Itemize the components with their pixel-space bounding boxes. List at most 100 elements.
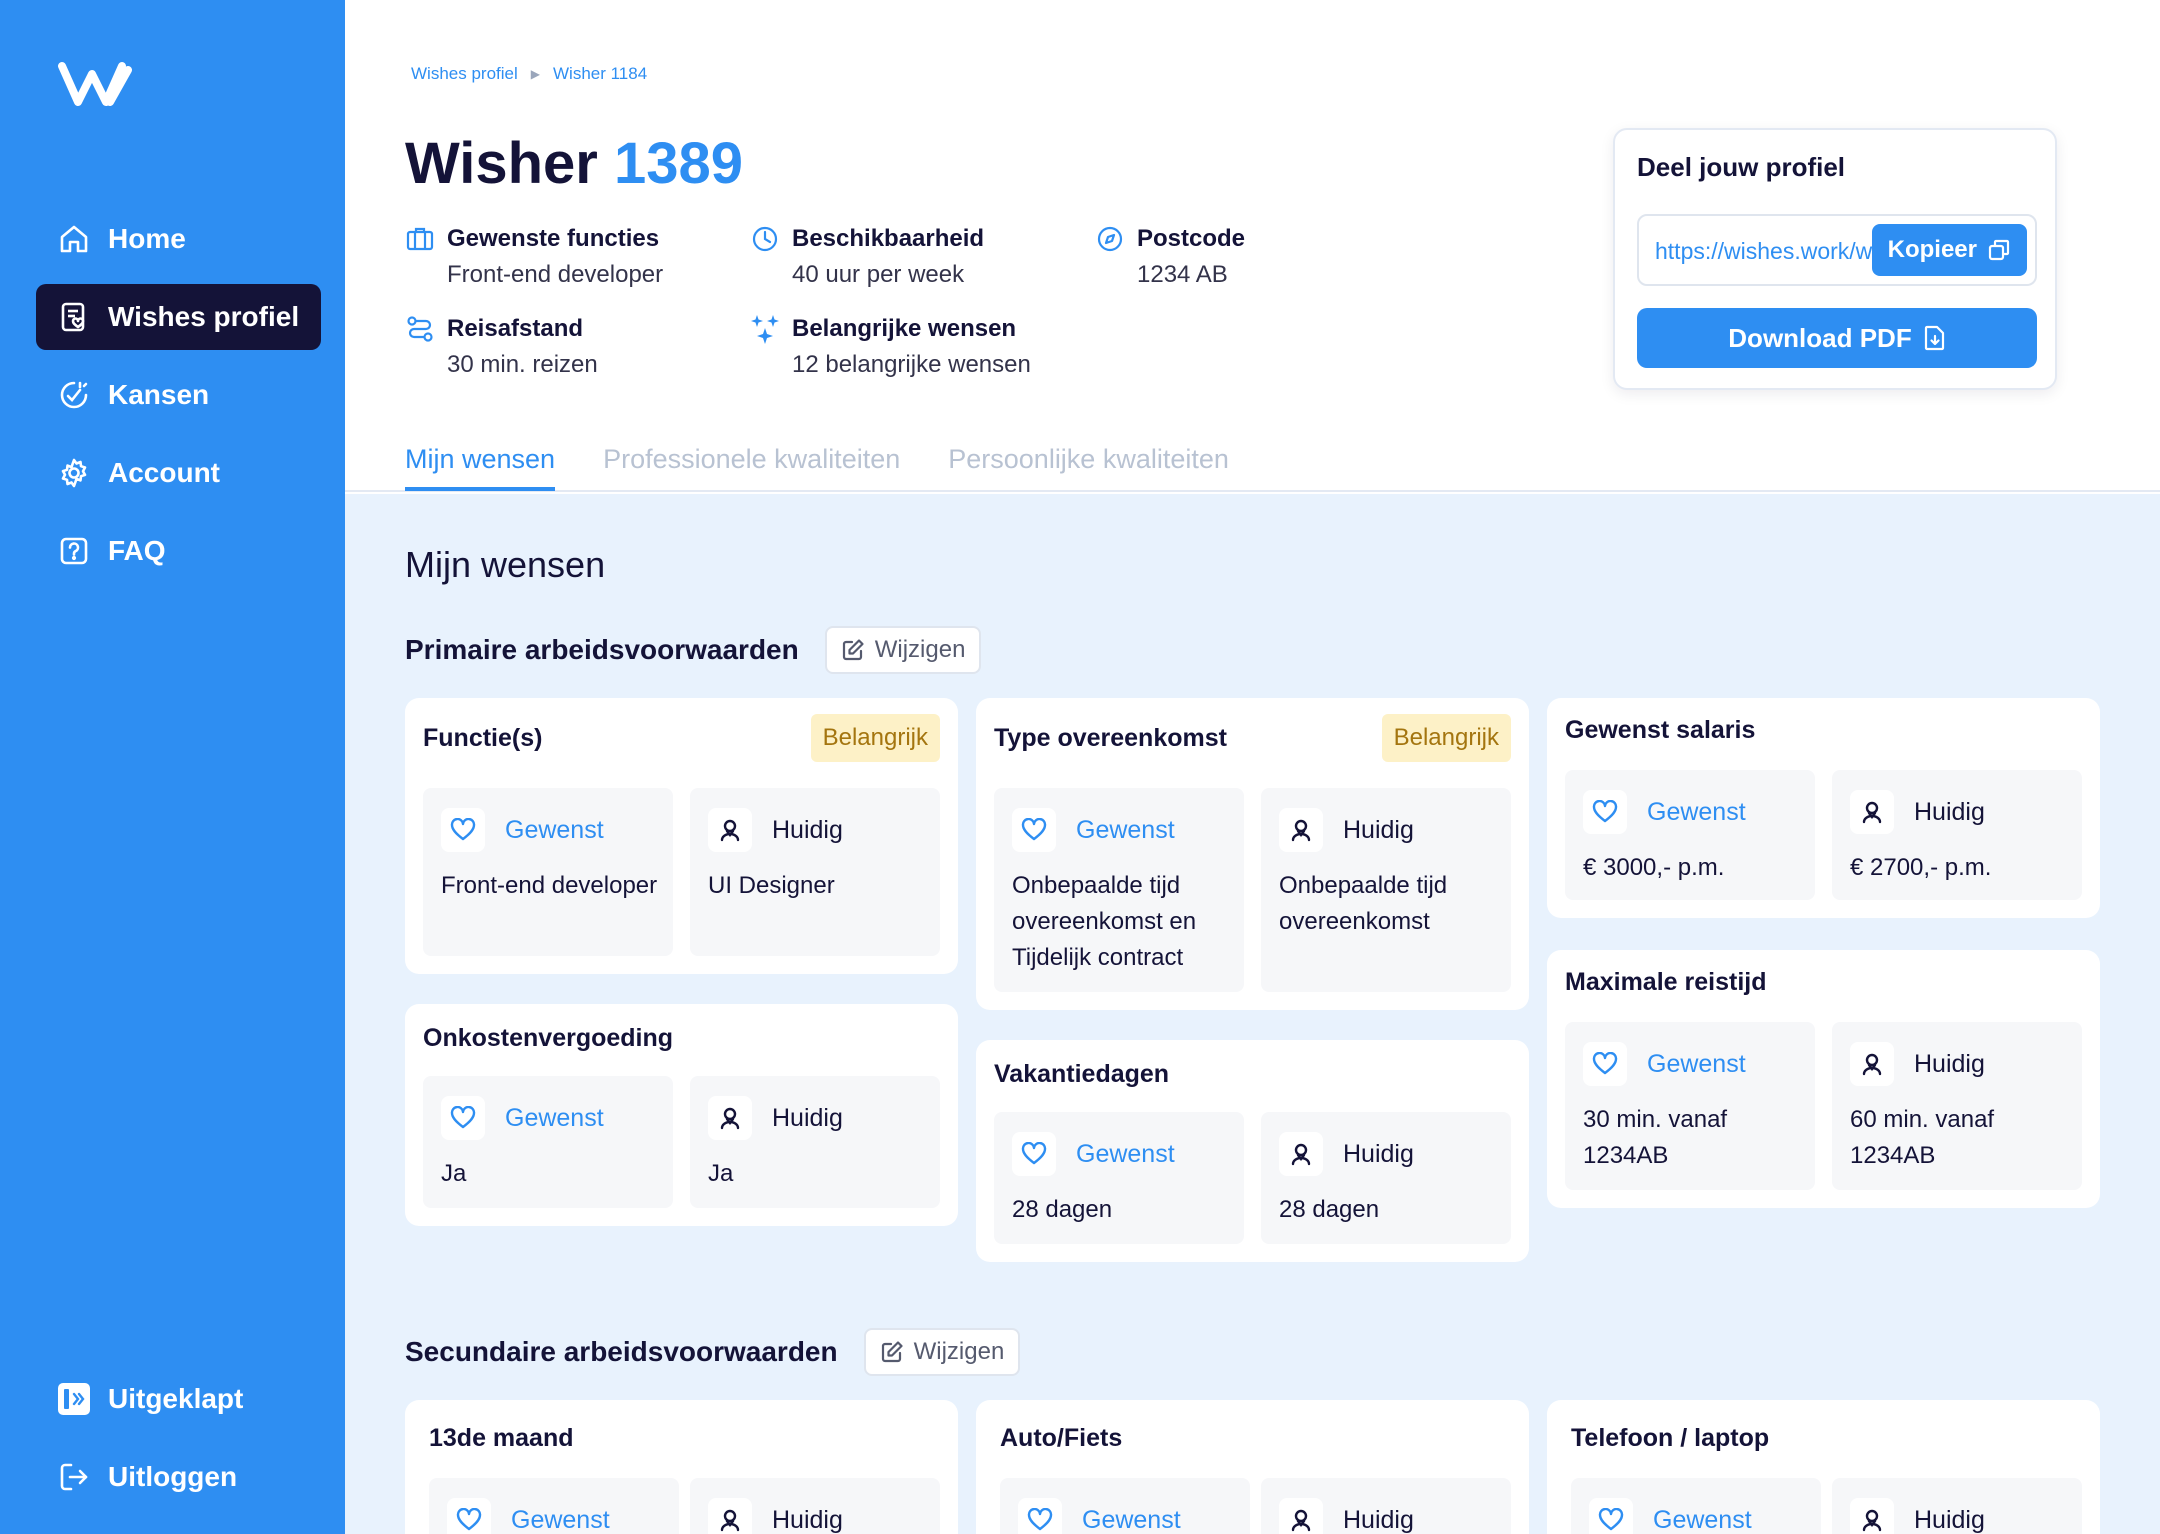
- heart-icon: [1583, 790, 1627, 834]
- current-header: Huidig: [1279, 1132, 1414, 1176]
- user-pin-icon: [1850, 1498, 1894, 1534]
- current-value: € 2700,- p.m.: [1850, 854, 1992, 881]
- card-title: Maximale reistijd: [1565, 968, 1767, 996]
- tab-mijn-wensen[interactable]: Mijn wensen: [405, 444, 556, 491]
- heart-icon: [1018, 1498, 1062, 1534]
- current-panel: Huidig 60 min. vanaf 1234AB: [1832, 1022, 2082, 1190]
- page-title-prefix: Wisher: [405, 131, 598, 196]
- info-value: 30 min. reizen: [447, 351, 598, 378]
- nav-kansen-label: Kansen: [108, 379, 210, 410]
- info-belangrijke-wensen: Belangrijke wensen 12 belangrijke wensen: [750, 314, 1031, 380]
- wanted-label: Gewenst: [505, 815, 604, 844]
- route-icon: [407, 316, 433, 342]
- share-url-text[interactable]: https://wishes.work/wisher/1389: [1655, 238, 1895, 265]
- user-pin-icon: [1279, 1132, 1323, 1176]
- wanted-header: Gewenst: [441, 808, 604, 852]
- wanted-header: Gewenst: [1018, 1498, 1181, 1534]
- gear-icon: [56, 455, 92, 491]
- wanted-panel: Gewenst: [429, 1478, 679, 1534]
- tab-persoonlijke-kwaliteiten[interactable]: Persoonlijke kwaliteiten: [948, 444, 1229, 491]
- heart-icon: [1583, 1042, 1627, 1086]
- info-value: Front-end developer: [447, 261, 664, 288]
- wishes-logo[interactable]: [58, 60, 144, 108]
- nav-kansen[interactable]: Kansen: [36, 362, 321, 428]
- download-pdf-label: Download PDF: [1728, 322, 1912, 353]
- profile-tabs: Mijn wensen Professionele kwaliteiten Pe…: [405, 444, 1277, 491]
- page-title: Wisher 1389: [405, 130, 743, 197]
- breadcrumb-item-wishes-profiel[interactable]: Wishes profiel: [411, 64, 518, 84]
- info-postcode: Postcode 1234 AB: [1095, 224, 1245, 290]
- current-value: UI Designer: [708, 872, 835, 899]
- nav-home[interactable]: Home: [36, 206, 321, 272]
- nav-account[interactable]: Account: [36, 440, 321, 506]
- current-label: Huidig: [1914, 1505, 1985, 1534]
- wanted-label: Gewenst: [1653, 1505, 1752, 1534]
- edit-secondary-button[interactable]: Wijzigen: [863, 1328, 1021, 1376]
- wanted-value: 28 dagen: [1012, 1196, 1113, 1223]
- user-pin-icon: [1850, 1042, 1894, 1086]
- heart-icon: [1012, 1132, 1056, 1176]
- wanted-label: Gewenst: [505, 1103, 604, 1132]
- wanted-value: Ja: [441, 1160, 467, 1187]
- wanted-value: Front-end developer: [441, 872, 658, 899]
- nav-account-label: Account: [108, 457, 220, 488]
- wanted-panel: Gewenst 28 dagen: [994, 1112, 1244, 1244]
- share-profile-card: Deel jouw profiel https://wishes.work/wi…: [1613, 128, 2057, 390]
- current-header: Huidig: [708, 1096, 843, 1140]
- info-value: 12 belangrijke wensen: [792, 351, 1031, 378]
- wish-card-type-overeenkomst: Type overeenkomst Belangrijk Gewenst Onb…: [976, 698, 1529, 1010]
- wanted-header: Gewenst: [1583, 1042, 1746, 1086]
- current-panel: Huidig: [1261, 1478, 1511, 1534]
- edit-primary-button[interactable]: Wijzigen: [824, 626, 982, 674]
- breadcrumb-separator-icon: ▶: [530, 67, 540, 81]
- current-label: Huidig: [1343, 1139, 1414, 1168]
- share-title: Deel jouw profiel: [1637, 152, 1846, 182]
- sidebar: Home Wishes profiel Kansen Account FAQ U…: [0, 0, 345, 1534]
- nav-faq[interactable]: FAQ: [36, 518, 321, 584]
- breadcrumb-item-current[interactable]: Wisher 1184: [553, 64, 647, 84]
- current-header: Huidig: [708, 808, 843, 852]
- question-icon: [56, 533, 92, 569]
- info-reisafstand: Reisafstand 30 min. reizen: [405, 314, 598, 380]
- tab-professionele-kwaliteiten[interactable]: Professionele kwaliteiten: [603, 444, 900, 491]
- copy-button[interactable]: Kopieer: [1871, 224, 2027, 276]
- current-header: Huidig: [1850, 1498, 1985, 1534]
- share-url-field[interactable]: https://wishes.work/wisher/1389 Kopieer: [1637, 214, 2037, 286]
- current-panel: Huidig Ja: [690, 1076, 940, 1208]
- section-title: Mijn wensen: [405, 544, 606, 585]
- wanted-header: Gewenst: [1589, 1498, 1752, 1534]
- main-area: Wishes profiel ▶ Wisher 1184 Wisher 1389…: [345, 0, 2160, 1534]
- wanted-value: € 3000,- p.m.: [1583, 854, 1725, 881]
- heart-icon: [447, 1498, 491, 1534]
- edit-icon: [842, 639, 864, 661]
- clock-icon: [752, 226, 778, 252]
- wanted-label: Gewenst: [511, 1505, 610, 1534]
- download-pdf-button[interactable]: Download PDF: [1637, 308, 2037, 368]
- important-badge: Belangrijk: [810, 714, 940, 762]
- edit-icon: [881, 1341, 903, 1363]
- card-title: Telefoon / laptop: [1571, 1424, 1770, 1452]
- info-label: Beschikbaarheid: [792, 225, 985, 252]
- compass-icon: [1097, 226, 1123, 252]
- nav-wishes-profiel[interactable]: Wishes profiel: [36, 284, 321, 350]
- info-label: Reisafstand: [447, 315, 584, 342]
- current-panel: Huidig UI Designer: [690, 788, 940, 956]
- edit-secondary-label: Wijzigen: [913, 1338, 1005, 1365]
- wanted-label: Gewenst: [1082, 1505, 1181, 1534]
- nav-uitloggen[interactable]: Uitloggen: [36, 1444, 321, 1510]
- card-title: Gewenst salaris: [1565, 716, 1756, 744]
- page-title-number: 1389: [614, 131, 744, 196]
- primary-heading: Primaire arbeidsvoorwaarden Wijzigen: [405, 626, 982, 674]
- card-title: Auto/Fiets: [1000, 1424, 1123, 1452]
- nav-uitgeklapt[interactable]: Uitgeklapt: [36, 1366, 321, 1432]
- wanted-panel: Gewenst Ja: [423, 1076, 673, 1208]
- wish-card-gewenst-salaris: Gewenst salaris Gewenst € 3000,- p.m. Hu…: [1547, 698, 2100, 918]
- wanted-header: Gewenst: [1012, 808, 1175, 852]
- info-gewenste-functies: Gewenste functies Front-end developer: [405, 224, 663, 290]
- user-pin-icon: [708, 1498, 752, 1534]
- secondary-heading-text: Secundaire arbeidsvoorwaarden: [405, 1336, 838, 1367]
- breadcrumb: Wishes profiel ▶ Wisher 1184: [411, 64, 647, 84]
- wanted-label: Gewenst: [1076, 815, 1175, 844]
- current-panel: Huidig: [690, 1478, 940, 1534]
- heart-icon: [1012, 808, 1056, 852]
